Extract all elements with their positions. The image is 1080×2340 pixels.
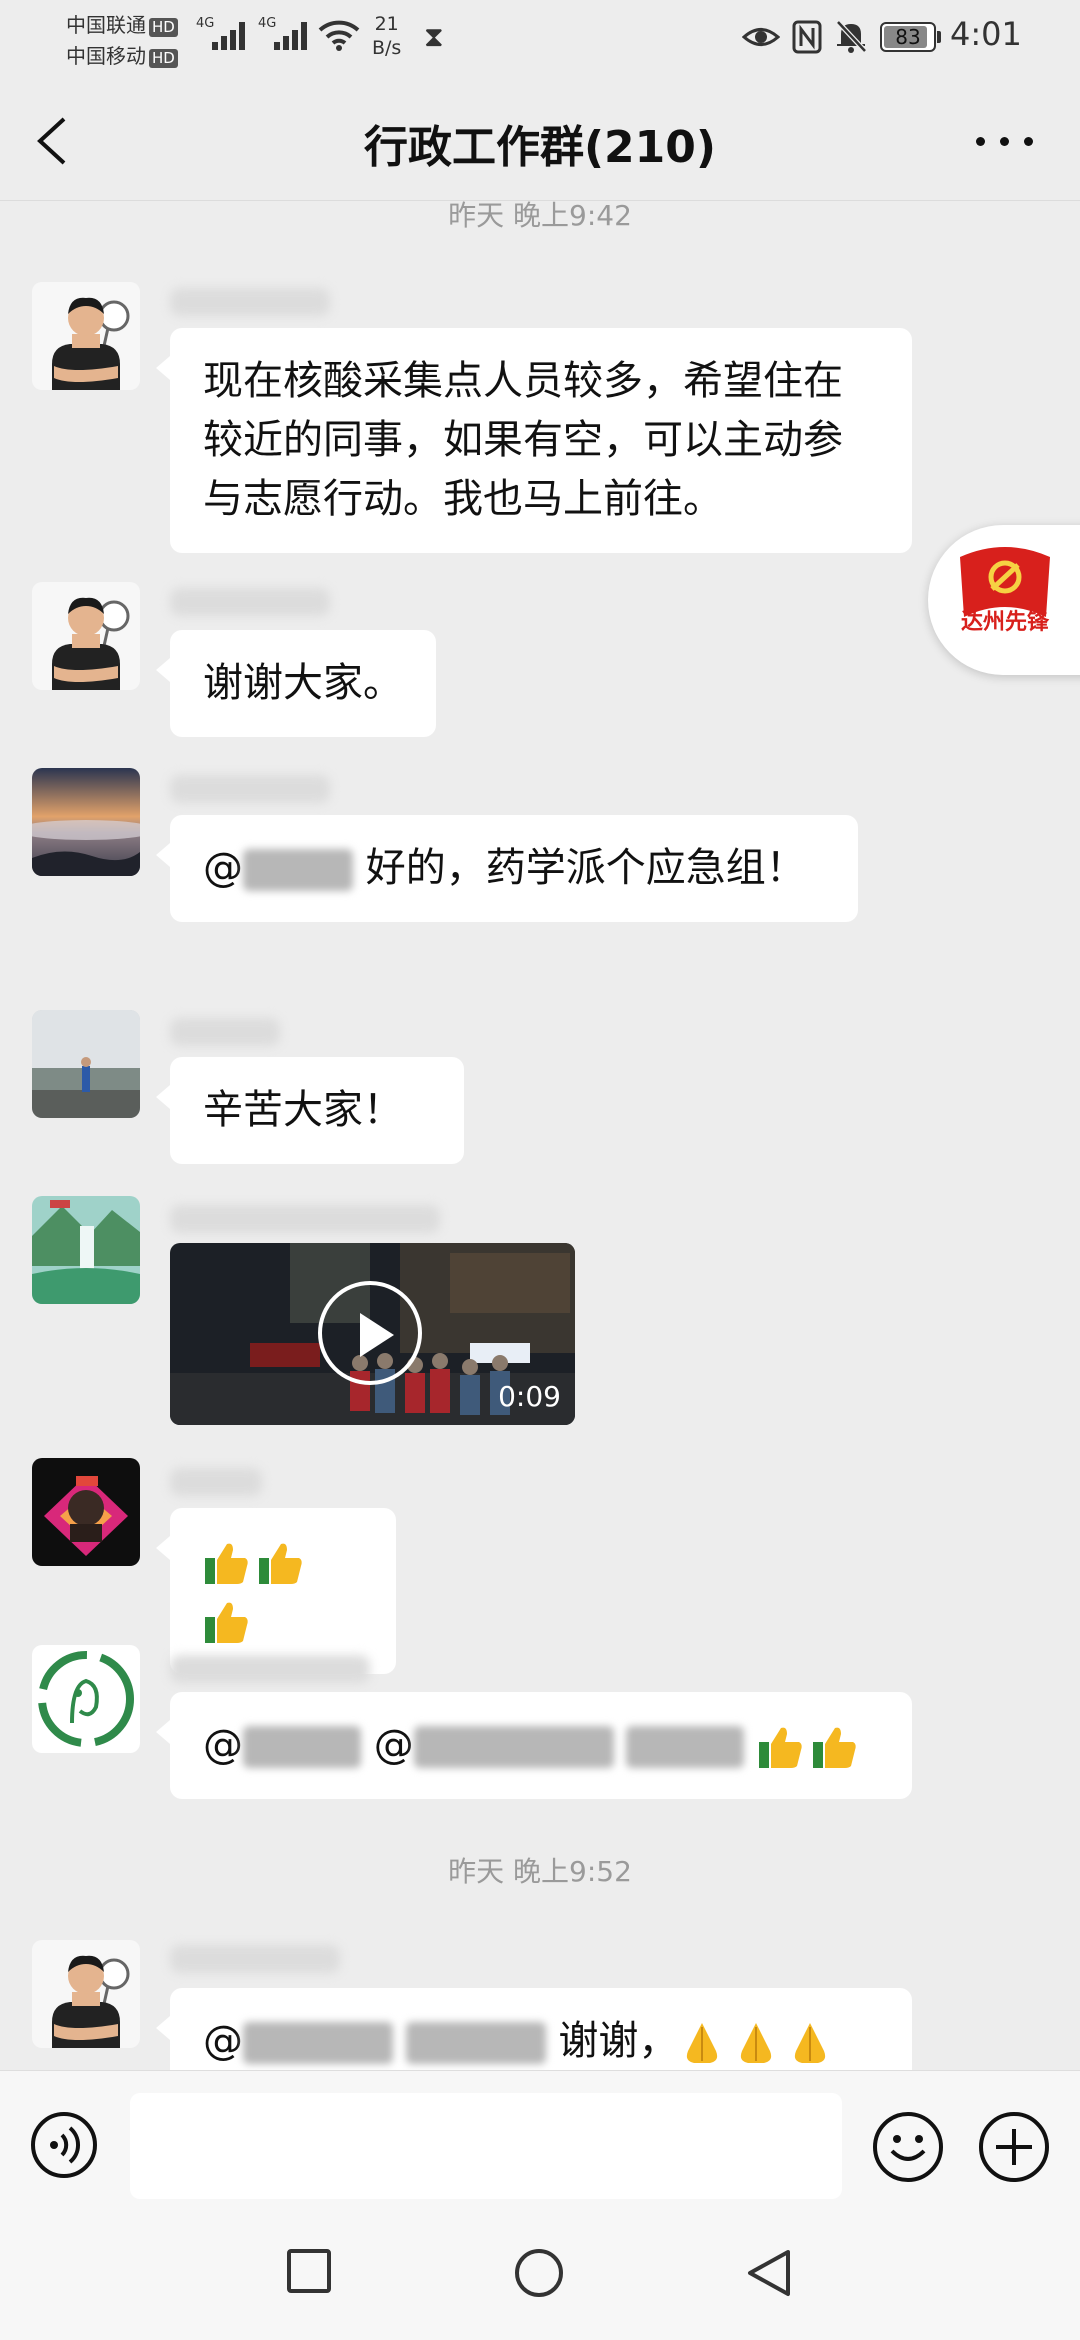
page-title: 行政工作群(210): [363, 122, 717, 173]
wifi-icon: [318, 20, 360, 51]
message-bubble[interactable]: @ 好的，药学派个应急组！: [156, 815, 858, 922]
message-timestamp: 昨天 晚上9:42: [448, 200, 632, 232]
redacted-mention: [243, 1726, 361, 1768]
more-options-icon[interactable]: [976, 131, 1034, 151]
message-bubble[interactable]: 现在核酸采集点人员较多，希望住在较近的同事，如果有空，可以主动参与志愿行动。我也…: [156, 328, 912, 553]
play-icon[interactable]: [318, 1281, 422, 1385]
folded-hands-icon: [741, 2023, 772, 2063]
message-bubble[interactable]: [156, 1508, 396, 1674]
carrier-2: 中国移动 HD: [66, 40, 178, 69]
sender-name-redacted: [170, 588, 330, 616]
thumbs-up-icon: [205, 1543, 248, 1584]
message-bubble[interactable]: 辛苦大家！: [156, 1057, 464, 1164]
thumbs-up-icon: [813, 1727, 856, 1768]
message-bubble[interactable]: @ 谢谢，: [156, 1988, 912, 2070]
home-icon[interactable]: [514, 2248, 564, 2302]
add-attachment-icon[interactable]: [978, 2111, 1050, 2183]
emoji-icon[interactable]: [872, 2111, 944, 2183]
message-bubble[interactable]: 谢谢大家。: [156, 630, 436, 737]
thumbs-up-icon: [205, 1602, 248, 1643]
floating-mini-program-button[interactable]: 达州先锋: [928, 525, 1080, 675]
thumbs-up-icon: [259, 1543, 302, 1584]
message-timestamp: 昨天 晚上9:52: [448, 1855, 632, 1888]
message-input[interactable]: [130, 2093, 842, 2199]
sender-name-redacted: [170, 1018, 280, 1046]
sender-name-redacted: [170, 288, 330, 316]
chat-header: 行政工作群(210): [0, 75, 1080, 201]
avatar[interactable]: [32, 1010, 140, 1118]
carrier-1: 中国联通 HD: [66, 9, 178, 38]
avatar[interactable]: [32, 1940, 140, 2048]
sender-name-redacted: [170, 1655, 370, 1683]
party-flag-logo: 达州先锋: [960, 547, 1050, 635]
avatar[interactable]: [32, 1196, 140, 1304]
network-speed: 21 B/s: [372, 13, 402, 59]
avatar[interactable]: [32, 1458, 140, 1566]
avatar[interactable]: [32, 768, 140, 876]
sender-name-redacted: [170, 1205, 440, 1233]
hd-badge: HD: [149, 49, 178, 68]
input-bar: [0, 2070, 1080, 2201]
folded-hands-icon: [687, 2023, 718, 2063]
sender-name-redacted: [170, 775, 330, 803]
avatar[interactable]: [32, 1645, 140, 1753]
hourglass-icon: ⧗: [424, 20, 444, 53]
redacted-mention: [405, 2022, 546, 2064]
clock: 4:01: [950, 15, 1022, 53]
sender-name-redacted: [170, 1945, 340, 1973]
message-list[interactable]: 昨天 晚上9:42 现在核酸采集点人员较多，希望住在较近的同事，如果有空，可以主…: [0, 200, 1080, 2070]
system-navigation-bar: [0, 2200, 1080, 2340]
back-icon[interactable]: [744, 2248, 794, 2302]
avatar[interactable]: [32, 582, 140, 690]
battery-icon: 83: [880, 22, 936, 52]
redacted-mention: [413, 1726, 614, 1768]
bell-muted-icon: [836, 20, 867, 53]
recent-apps-icon[interactable]: [286, 2248, 332, 2298]
battery-level: 83: [895, 25, 921, 49]
message-bubble[interactable]: @ @: [156, 1692, 912, 1799]
status-bar: 中国联通 HD 中国移动 HD 4G 4G 21 B/s ⧗ 83 4:01: [0, 0, 1080, 75]
redacted-mention: [243, 2022, 393, 2064]
redacted-mention: [243, 849, 353, 891]
video-duration: 0:09: [498, 1380, 561, 1413]
sender-name-redacted: [170, 1468, 262, 1496]
thumbs-up-icon: [759, 1727, 802, 1768]
video-message[interactable]: 0:09: [170, 1243, 575, 1425]
avatar[interactable]: [32, 282, 140, 390]
voice-input-icon[interactable]: [30, 2111, 98, 2179]
folded-hands-icon: [795, 2023, 826, 2063]
hd-badge: HD: [149, 18, 178, 37]
nfc-icon: [792, 20, 822, 54]
redacted-mention: [626, 1726, 745, 1768]
badge-text: 达州先锋: [961, 609, 1050, 635]
eye-icon: [742, 28, 780, 46]
